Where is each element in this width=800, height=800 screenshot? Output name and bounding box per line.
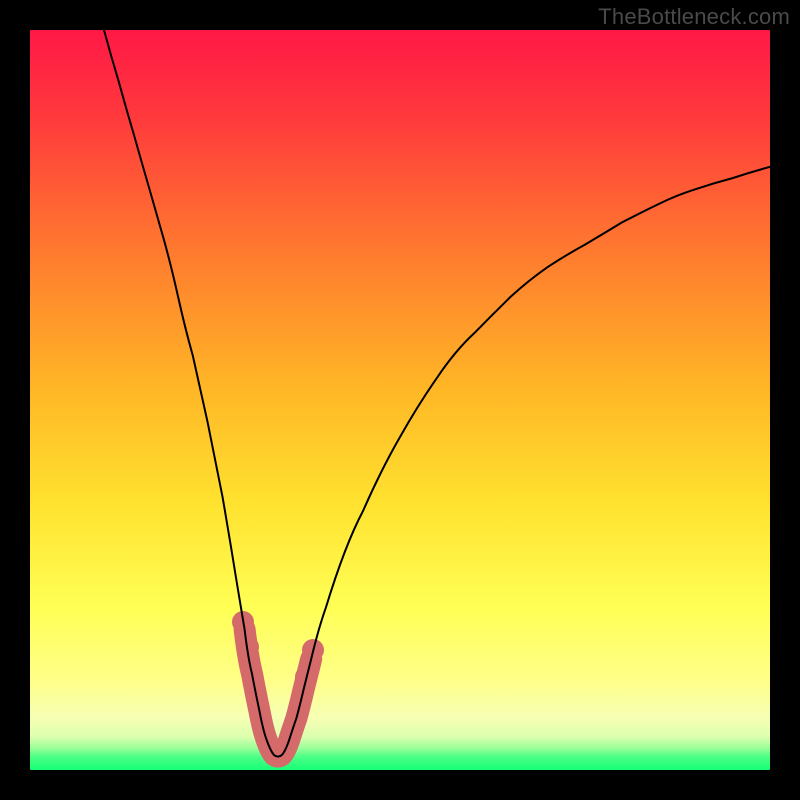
curve-path bbox=[104, 30, 770, 757]
plot-area bbox=[30, 30, 770, 770]
chart-frame: TheBottleneck.com bbox=[0, 0, 800, 800]
bottleneck-curve bbox=[30, 30, 770, 770]
watermark-text: TheBottleneck.com bbox=[598, 4, 790, 30]
